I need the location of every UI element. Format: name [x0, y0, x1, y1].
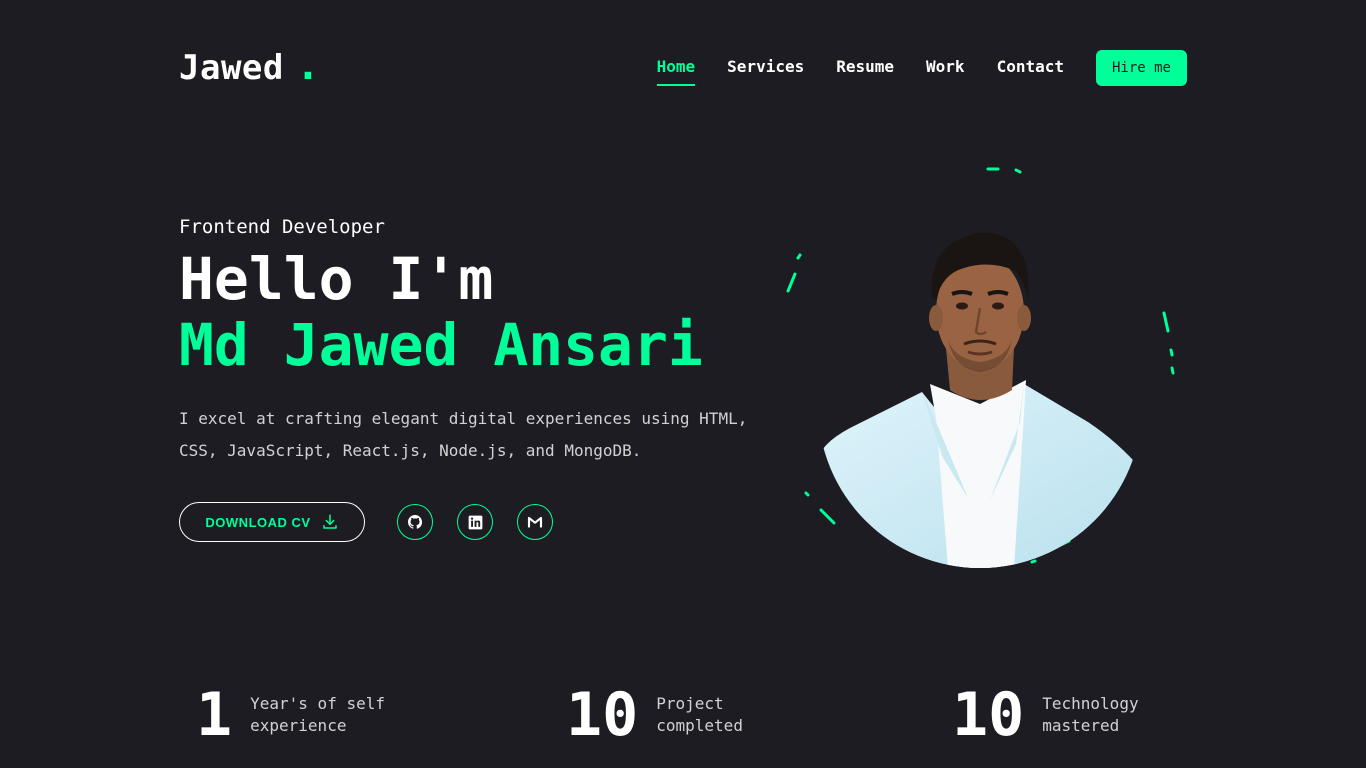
hero-role: Frontend Developer [179, 216, 385, 238]
person-portrait [818, 208, 1142, 568]
linkedin-link[interactable] [457, 504, 493, 540]
linkedin-icon [468, 515, 482, 529]
hire-me-button[interactable]: Hire me [1096, 50, 1187, 86]
logo-text[interactable]: Jawed [179, 48, 284, 88]
stat-label-line: experience [250, 716, 347, 735]
stat-projects: 10 Project completed [566, 680, 743, 750]
stat-number: 1 [196, 680, 233, 750]
gmail-link[interactable] [517, 504, 553, 540]
hero-greeting: Hello I'm [179, 245, 494, 313]
profile-photo [818, 208, 1142, 568]
profile-photo-wrapper [770, 160, 1190, 580]
hero-description: I excel at crafting elegant digital expe… [179, 403, 779, 467]
stat-technologies: 10 Technology mastered [952, 680, 1139, 750]
header: Jawed . Home Services Resume Work Contac… [179, 46, 1187, 90]
page: Jawed . Home Services Resume Work Contac… [0, 0, 1366, 768]
nav-link-work[interactable]: Work [926, 57, 965, 80]
stat-label-line: completed [656, 716, 743, 735]
stat-number: 10 [566, 680, 639, 750]
stats-section: 1 Year's of self experience 10 Project c… [196, 680, 1196, 750]
stat-number: 10 [952, 680, 1025, 750]
stat-label: Technology mastered [1042, 693, 1138, 737]
download-cv-button[interactable]: DOWNLOAD CV [179, 502, 365, 542]
nav-link-services[interactable]: Services [727, 57, 804, 80]
download-cv-label: DOWNLOAD CV [205, 514, 311, 530]
gmail-icon [527, 516, 543, 528]
github-link[interactable] [397, 504, 433, 540]
stat-label-line: Project [656, 694, 724, 713]
hero-name: Md Jawed Ansari [179, 311, 703, 379]
main-nav: Home Services Resume Work Contact Hire m… [656, 50, 1187, 86]
stat-label-line: Year's of self [250, 694, 385, 713]
social-links [397, 504, 577, 540]
stat-label-line: Technology [1042, 694, 1139, 713]
github-icon [408, 515, 423, 529]
stat-label: Year's of self experience [250, 693, 385, 737]
hero-description-line: I excel at crafting elegant digital expe… [179, 409, 748, 428]
nav-link-resume[interactable]: Resume [836, 57, 894, 80]
download-icon [322, 514, 337, 529]
nav-link-contact[interactable]: Contact [997, 57, 1064, 80]
hero-actions: DOWNLOAD CV [179, 502, 577, 542]
hero-description-line: CSS, JavaScript, React.js, Node.js, and … [179, 441, 642, 460]
logo[interactable]: Jawed . [179, 46, 320, 88]
stat-experience: 1 Year's of self experience [196, 680, 385, 750]
stat-label: Project completed [656, 693, 743, 737]
nav-link-home[interactable]: Home [656, 57, 695, 86]
stat-label-line: mastered [1042, 716, 1120, 735]
